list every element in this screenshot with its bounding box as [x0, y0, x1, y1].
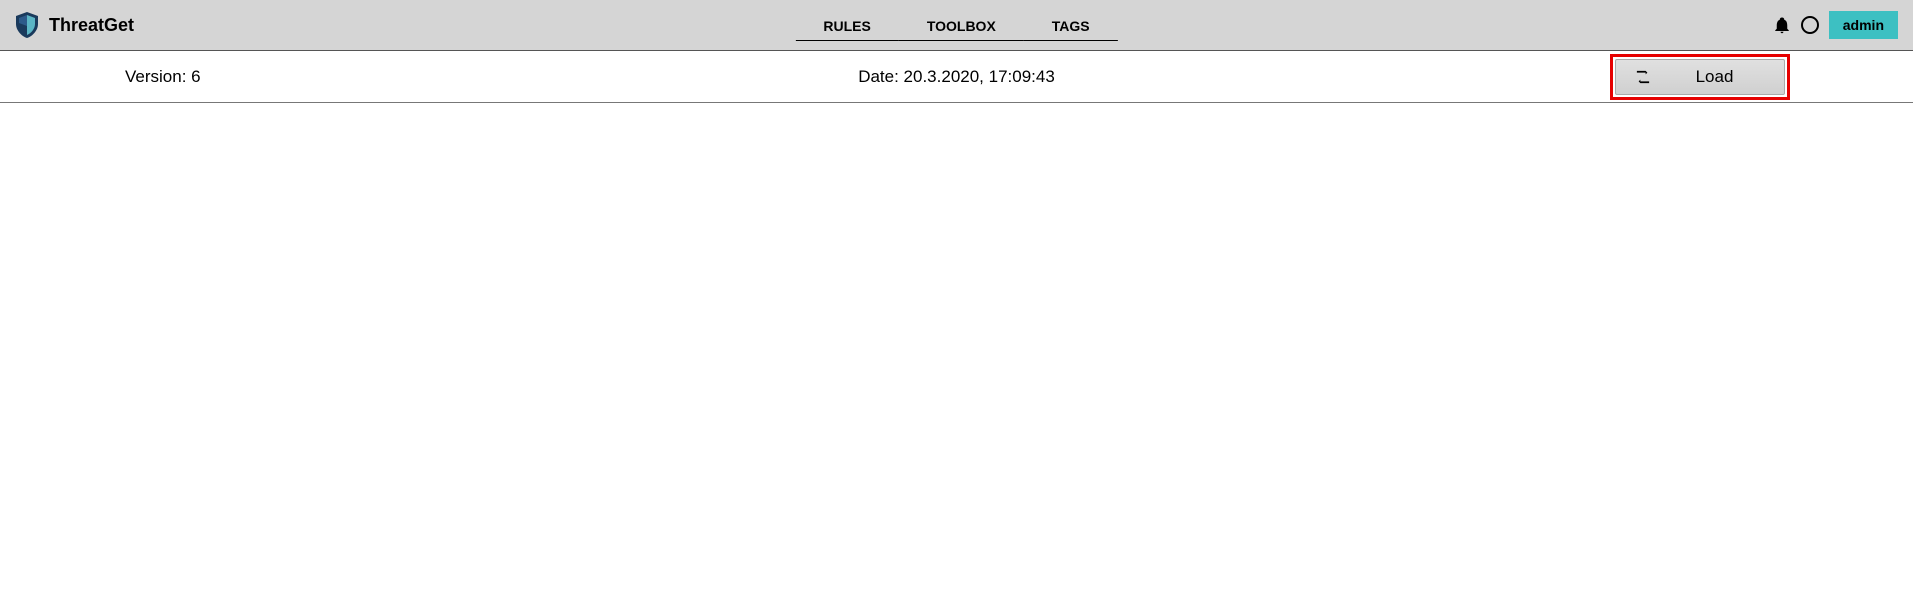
date-label: Date: 20.3.2020, 17:09:43 [858, 67, 1055, 87]
header-bar: ThreatGet RULES TOOLBOX TAGS admin [0, 0, 1913, 51]
app-title: ThreatGet [49, 15, 134, 36]
tab-rules[interactable]: RULES [795, 10, 898, 41]
logo-section: ThreatGet [15, 12, 134, 38]
info-bar: Version: 6 Date: 20.3.2020, 17:09:43 Loa… [0, 51, 1913, 103]
status-circle-icon[interactable] [1801, 16, 1819, 34]
version-label: Version: 6 [125, 67, 201, 87]
shield-logo-icon [15, 12, 39, 38]
nav-tabs: RULES TOOLBOX TAGS [795, 10, 1117, 41]
tab-toolbox[interactable]: TOOLBOX [899, 10, 1024, 41]
load-button-highlight: Load [1610, 54, 1790, 100]
user-badge[interactable]: admin [1829, 11, 1898, 39]
load-button-label: Load [1685, 67, 1744, 87]
tab-tags[interactable]: TAGS [1024, 10, 1118, 41]
bell-icon[interactable] [1773, 16, 1791, 34]
load-button[interactable]: Load [1615, 59, 1785, 95]
refresh-icon [1636, 70, 1650, 84]
header-right: admin [1773, 11, 1898, 39]
